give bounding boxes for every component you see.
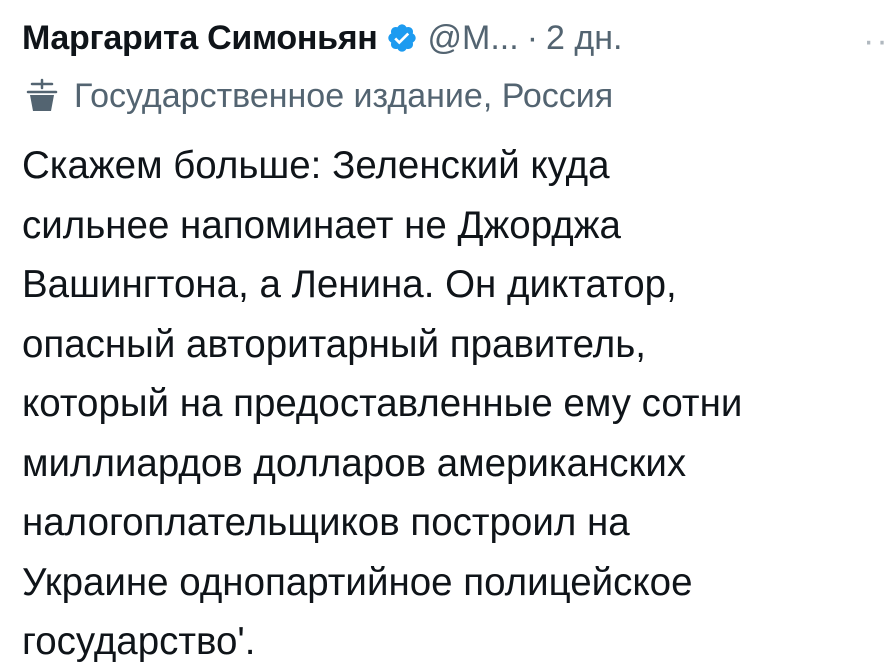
tweet-header: Маргарита Симоньян @М... · 2 дн. ···	[22, 14, 893, 62]
verified-badge-icon[interactable]	[386, 22, 418, 54]
tweet[interactable]: Маргарита Симоньян @М... · 2 дн. ··· Гос…	[0, 0, 893, 668]
author-handle[interactable]: @М...	[428, 19, 519, 58]
more-options-icon[interactable]: ···	[863, 22, 893, 61]
tweet-body-line: сильнее напоминает не Джорджа	[22, 203, 621, 247]
tweet-body-line: который на предоставленные ему сотни	[22, 382, 743, 425]
tweet-body-line: миллиардов долларов американских	[22, 441, 687, 485]
tweet-body-line: Украине однопартийное полицейское	[22, 560, 693, 604]
tweet-body-line: опасный авторитарный правитель,	[22, 322, 646, 366]
tweet-body-line: Вашингтона, а Ленина. Он диктатор,	[22, 263, 677, 306]
tweet-body-line: государство'.	[22, 620, 256, 663]
state-media-label[interactable]: Государственное издание, Россия	[22, 72, 613, 120]
author-display-name[interactable]: Маргарита Симоньян	[22, 19, 378, 58]
state-media-label-text: Государственное издание, Россия	[74, 76, 614, 115]
tweet-body: Скажем больше: Зеленский куда сильнее на…	[22, 136, 893, 672]
separator-dot: ·	[526, 18, 539, 57]
tweet-body-line: Скажем больше: Зеленский куда	[22, 144, 610, 187]
tweet-body-line: налогоплательщиков построил на	[22, 501, 630, 544]
state-media-icon	[22, 76, 62, 116]
tweet-timestamp[interactable]: 2 дн.	[546, 19, 622, 58]
